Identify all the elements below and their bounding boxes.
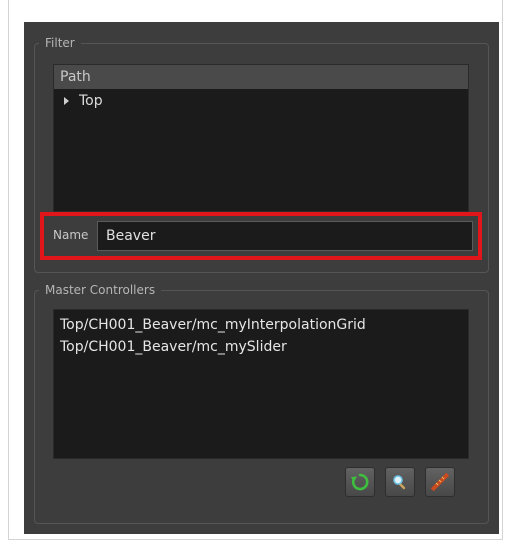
- refresh-button[interactable]: [345, 467, 375, 497]
- filter-title: Filter: [39, 35, 81, 51]
- master-controllers-list[interactable]: Top/CH001_Beaver/mc_myInterpolationGrid …: [53, 309, 469, 459]
- master-controller-panel: Filter Path Top Name Master Controllers …: [24, 22, 499, 534]
- ruler-button[interactable]: [425, 467, 455, 497]
- tree-item-label: Top: [79, 93, 103, 109]
- refresh-icon: [351, 473, 369, 491]
- list-item[interactable]: Top/CH001_Beaver/mc_mySlider: [60, 336, 462, 358]
- master-controllers-title: Master Controllers: [39, 282, 162, 298]
- name-label: Name: [53, 228, 89, 242]
- ruler-icon: [430, 472, 450, 492]
- select-button[interactable]: [385, 467, 415, 497]
- tree-item-top[interactable]: Top: [54, 89, 468, 113]
- list-item[interactable]: Top/CH001_Beaver/mc_myInterpolationGrid: [60, 314, 462, 336]
- expand-arrow-icon[interactable]: [64, 97, 69, 105]
- path-column-header[interactable]: Path: [54, 65, 468, 89]
- select-icon: [393, 475, 406, 490]
- path-tree[interactable]: Path Top: [53, 64, 469, 212]
- master-controllers-group: Master Controllers Top/CH001_Beaver/mc_m…: [34, 282, 489, 524]
- filter-group: Filter Path Top Name: [34, 35, 489, 273]
- name-filter-input[interactable]: [97, 221, 473, 251]
